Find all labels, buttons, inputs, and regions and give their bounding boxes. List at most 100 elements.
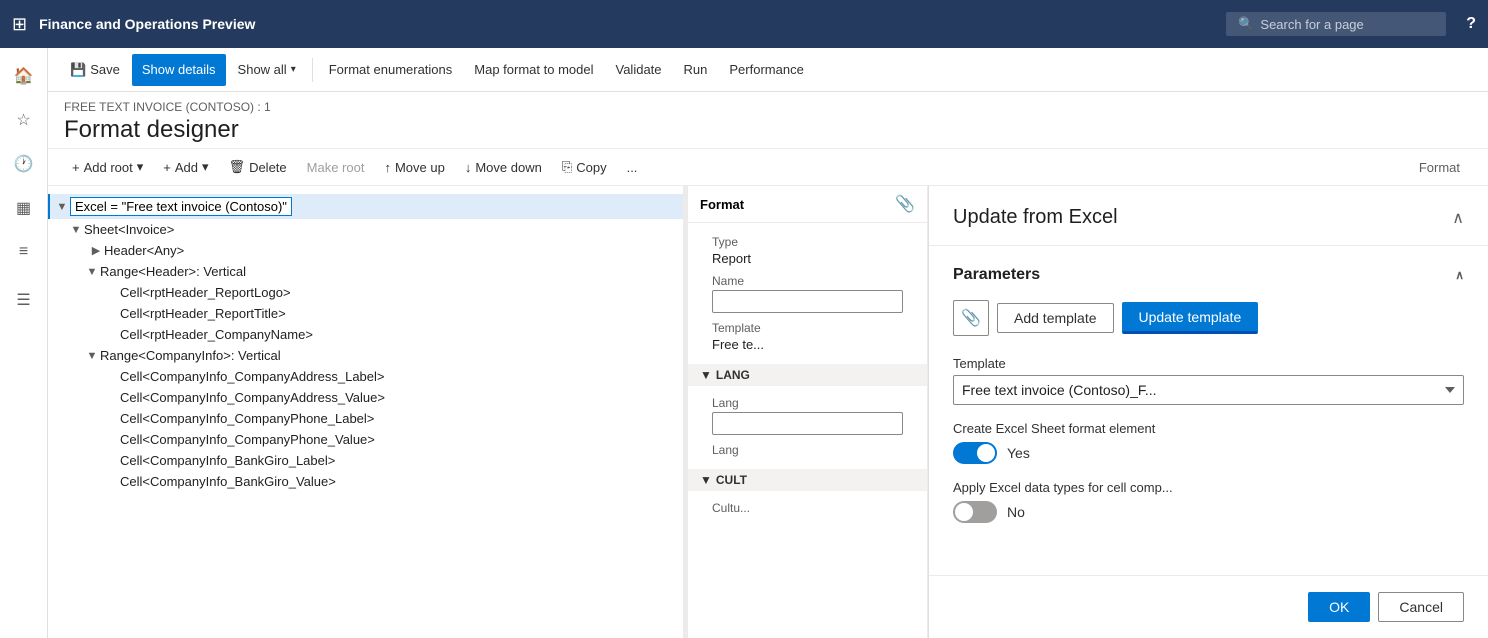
tree-item-label: Cell<CompanyInfo_BankGiro_Label> [120, 453, 335, 468]
collapse-panel-icon[interactable]: ∧ [1452, 208, 1464, 228]
tree-item-label: Cell<CompanyInfo_CompanyPhone_Value> [120, 432, 375, 447]
tree-item[interactable]: ▶ Cell<CompanyInfo_CompanyPhone_Label> [48, 408, 683, 429]
attach-icon[interactable]: 📎 [895, 194, 915, 214]
name-input[interactable] [712, 290, 903, 313]
toggle-thumb [977, 444, 995, 462]
top-nav: ⊞ Finance and Operations Preview 🔍 ? [0, 0, 1488, 48]
apply-types-toggle[interactable] [953, 501, 997, 523]
prop-type: Type Report [700, 231, 915, 270]
show-details-button[interactable]: Show details [132, 54, 226, 86]
sidebar-item-home[interactable]: 🏠 [4, 56, 44, 96]
attach-icon: 📎 [961, 308, 981, 328]
lang-section[interactable]: ▼ LANG [688, 364, 927, 386]
properties-panel: Format 📎 Type Report Name Template Free … [688, 186, 928, 638]
sidebar-item-workspaces[interactable]: ▦ [4, 188, 44, 228]
tree-item[interactable]: ▶ Cell<CompanyInfo_CompanyPhone_Value> [48, 429, 683, 450]
prop-lang: Lang [700, 392, 915, 439]
format-enumerations-button[interactable]: Format enumerations [319, 54, 463, 86]
apply-types-toggle-row: Apply Excel data types for cell comp... … [953, 480, 1464, 523]
collapse-icon: ▼ [68, 224, 84, 236]
more-button[interactable]: ... [619, 156, 646, 179]
validate-button[interactable]: Validate [606, 54, 672, 86]
excel-panel-title: Update from Excel [953, 206, 1118, 229]
tree-item[interactable]: ▶ Cell<rptHeader_ReportTitle> [48, 303, 683, 324]
apply-types-value: No [1007, 504, 1025, 520]
sidebar-item-recent[interactable]: 🕐 [4, 144, 44, 184]
tree-area: ▼ Excel = "Free text invoice (Contoso)" … [48, 186, 684, 638]
tree-item[interactable]: ▶ Cell<CompanyInfo_BankGiro_Label> [48, 450, 683, 471]
template-select[interactable]: Free text invoice (Contoso)_F... [953, 375, 1464, 405]
tree-item[interactable]: ▼ Sheet<Invoice> [48, 219, 683, 240]
sidebar-item-favorites[interactable]: ☆ [4, 100, 44, 140]
excel-panel: Update from Excel ∧ Parameters ∧ 📎 [928, 186, 1488, 638]
format-tab-label: Format [1407, 160, 1472, 175]
delete-icon: 🗑 [229, 159, 246, 175]
tree-item[interactable]: ▶ Cell<rptHeader_CompanyName> [48, 324, 683, 345]
create-sheet-toggle-row: Create Excel Sheet format element Yes [953, 421, 1464, 464]
tree-item[interactable]: ▼ Excel = "Free text invoice (Contoso)" [48, 194, 683, 219]
tree-item[interactable]: ▶ Cell<CompanyInfo_CompanyAddress_Value> [48, 387, 683, 408]
tree-item[interactable]: ▶ Header<Any> [48, 240, 683, 261]
properties-title: Format [700, 197, 744, 212]
tree-item-label: Sheet<Invoice> [84, 222, 174, 237]
delete-button[interactable]: 🗑 Delete [221, 155, 295, 179]
create-sheet-toggle[interactable] [953, 442, 997, 464]
ok-button[interactable]: OK [1308, 592, 1370, 622]
waffle-icon[interactable]: ⊞ [12, 14, 27, 35]
save-button[interactable]: 💾 Save [60, 54, 130, 86]
cult-section[interactable]: ▼ CULT [688, 469, 927, 491]
prop-template: Template Free te... [700, 317, 915, 356]
add-root-chevron-icon: ▾ [137, 159, 144, 175]
breadcrumb: FREE TEXT INVOICE (CONTOSO) : 1 [64, 100, 1472, 114]
move-down-icon: ↓ [465, 160, 472, 175]
run-button[interactable]: Run [674, 54, 718, 86]
panel-btn-row: 📎 Add template Update template [953, 300, 1464, 336]
cancel-button[interactable]: Cancel [1378, 592, 1464, 622]
tree-item[interactable]: ▶ Cell<CompanyInfo_CompanyAddress_Label> [48, 366, 683, 387]
search-input[interactable] [1260, 17, 1430, 32]
add-root-button[interactable]: + Add root ▾ [64, 155, 151, 179]
tree-item-label: Excel = "Free text invoice (Contoso)" [70, 197, 292, 216]
help-icon[interactable]: ? [1466, 15, 1476, 33]
tree-item[interactable]: ▼ Range<CompanyInfo>: Vertical [48, 345, 683, 366]
copy-button[interactable]: ⎘ Copy [554, 155, 615, 179]
toggle-thumb [955, 503, 973, 521]
attach-button[interactable]: 📎 [953, 300, 989, 336]
page-header: FREE TEXT INVOICE (CONTOSO) : 1 Format d… [48, 92, 1488, 149]
tree-item[interactable]: ▼ Range<Header>: Vertical [48, 261, 683, 282]
expand-icon: ▶ [88, 244, 104, 257]
prop-name: Name [700, 270, 915, 317]
create-sheet-value: Yes [1007, 445, 1030, 461]
main-container: 🏠 ☆ 🕐 ▦ ≡ ☰ 💾 Save Show details Show all… [0, 48, 1488, 638]
add-chevron-icon: ▾ [202, 159, 209, 175]
sidebar-item-modules[interactable]: ≡ [4, 232, 44, 272]
action-bar: + Add root ▾ + Add ▾ 🗑 Delete Make root … [48, 149, 1488, 186]
tree-item[interactable]: ▶ Cell<CompanyInfo_BankGiro_Value> [48, 471, 683, 492]
toolbar: 💾 Save Show details Show all ▾ Format en… [48, 48, 1488, 92]
map-format-button[interactable]: Map format to model [464, 54, 603, 86]
collapse-icon: ▼ [84, 350, 100, 362]
excel-panel-footer: OK Cancel [929, 575, 1488, 638]
excel-panel-body: Parameters ∧ 📎 Add template U [929, 246, 1488, 575]
parameters-collapse-icon[interactable]: ∧ [1455, 268, 1464, 282]
lang-collapse-icon: ▼ [700, 368, 712, 382]
show-all-button[interactable]: Show all ▾ [228, 54, 306, 86]
side-icons: 🏠 ☆ 🕐 ▦ ≡ ☰ [0, 48, 48, 638]
prop-cult: Cultu... [700, 497, 915, 521]
lang-input[interactable] [712, 412, 903, 435]
performance-button[interactable]: Performance [719, 54, 813, 86]
tree-item[interactable]: ▶ Cell<rptHeader_ReportLogo> [48, 282, 683, 303]
tree-item-label: Range<Header>: Vertical [100, 264, 246, 279]
app-title: Finance and Operations Preview [39, 16, 1214, 32]
make-root-button[interactable]: Make root [299, 156, 373, 179]
move-up-button[interactable]: ↑ Move up [376, 156, 452, 179]
move-down-button[interactable]: ↓ Move down [457, 156, 550, 179]
add-template-button[interactable]: Add template [997, 303, 1114, 333]
collapse-icon: ▼ [84, 266, 100, 278]
add-button[interactable]: + Add ▾ [155, 155, 216, 179]
tree-item-label: Cell<CompanyInfo_CompanyAddress_Label> [120, 369, 385, 384]
tree-item-label: Cell<rptHeader_ReportTitle> [120, 306, 286, 321]
properties-header: Format 📎 [688, 186, 927, 223]
sidebar-item-hamburger[interactable]: ☰ [4, 280, 44, 320]
update-template-button[interactable]: Update template [1122, 302, 1259, 334]
